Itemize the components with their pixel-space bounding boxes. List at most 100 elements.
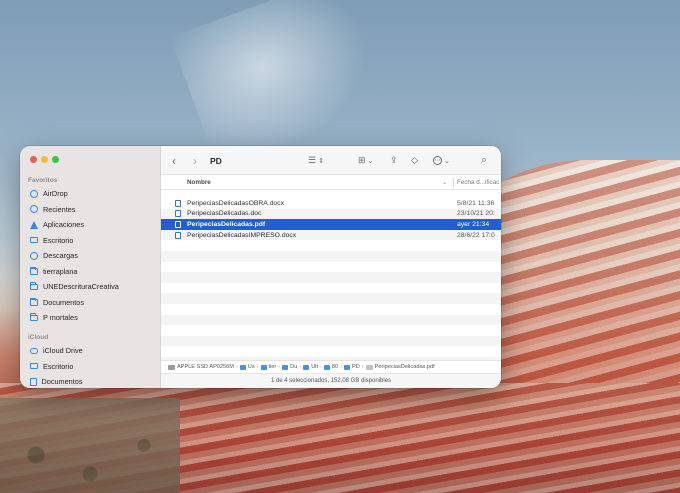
path-segment-label: Us xyxy=(247,364,255,370)
path-segment-label: PD xyxy=(352,364,360,370)
sidebar-item-label: iCloud Drive xyxy=(43,346,83,356)
grid-icon: ⊞ xyxy=(358,155,366,165)
path-separator: › xyxy=(256,364,259,370)
path-segment[interactable]: Ult xyxy=(303,364,318,370)
clock-icon xyxy=(30,205,38,214)
empty-row xyxy=(161,335,501,347)
path-separator: › xyxy=(361,364,364,370)
sidebar-item-escritorio[interactable]: Escritorio xyxy=(20,233,161,249)
path-segment-label: Du xyxy=(290,364,298,370)
sidebar-item-label: UNEDescrituraCreativa xyxy=(43,282,119,292)
path-segment[interactable]: APPLE SSD AP0256M xyxy=(168,364,234,370)
disk-icon xyxy=(168,364,175,370)
sidebar-item-icloud-documentos[interactable]: Documentos xyxy=(20,374,161,388)
finder-toolbar: ‹ › PD ☰ ⇕ ⊞ ⌄ ⇪ ◇ ⋯ ⌄ ⌕ xyxy=(161,146,501,175)
empty-row xyxy=(161,293,501,304)
finder-main: ‹ › PD ☰ ⇕ ⊞ ⌄ ⇪ ◇ ⋯ ⌄ ⌕ Nombre ⌄ Fecha … xyxy=(161,146,501,388)
column-header-name[interactable]: Nombre xyxy=(187,179,211,186)
column-header-date[interactable]: Fecha d...ificac xyxy=(457,179,499,186)
column-divider[interactable] xyxy=(453,178,454,187)
sidebar-item-label: Documentos xyxy=(41,377,83,387)
chevron-down-icon: ⌄ xyxy=(444,157,450,165)
sidebar-item-label: Recientes xyxy=(43,204,76,214)
airdrop-icon xyxy=(30,189,38,198)
folder-icon xyxy=(30,266,38,275)
sidebar-item-aplicaciones[interactable]: Aplicaciones xyxy=(20,217,161,233)
path-segment-label: 80 xyxy=(331,364,339,370)
finder-window: Favoritos AirDrop Recientes Aplicaciones… xyxy=(20,146,501,388)
sidebar-item-icloud-escritorio[interactable]: Escritorio xyxy=(20,359,161,375)
folder-icon xyxy=(239,364,246,370)
folder-icon xyxy=(323,364,330,370)
back-button[interactable]: ‹ xyxy=(172,146,176,175)
folder-icon xyxy=(344,364,351,370)
sidebar-item-label: Documentos xyxy=(43,297,84,307)
minimize-window-button[interactable] xyxy=(41,156,48,163)
file-row-selected[interactable]: PeripeciasDelicadas.pdf ayer 21:34 xyxy=(161,219,501,230)
path-segment-label: tier xyxy=(268,364,277,370)
sidebar-favorites-list: AirDrop Recientes Aplicaciones Escritori… xyxy=(20,186,161,326)
zoom-window-button[interactable] xyxy=(52,156,59,163)
sort-icon: ⇕ xyxy=(318,157,324,165)
search-icon: ⌕ xyxy=(481,154,488,166)
sidebar-item-label: Escritorio xyxy=(43,361,74,371)
folder-icon xyxy=(30,297,38,306)
sidebar-item-icloud-drive[interactable]: iCloud Drive xyxy=(20,343,161,359)
desktop-icon xyxy=(30,363,38,370)
chevron-down-icon: ⌄ xyxy=(442,178,448,186)
path-separator: › xyxy=(235,364,238,370)
sidebar-section-icloud: iCloud xyxy=(28,334,49,341)
file-name: PeripeciasDelicadas.doc xyxy=(187,210,262,218)
more-actions-button[interactable]: ⋯ ⌄ xyxy=(433,146,450,175)
group-button[interactable]: ⊞ ⌄ xyxy=(358,146,373,175)
empty-row xyxy=(161,272,501,283)
document-icon xyxy=(175,231,181,239)
path-separator: › xyxy=(299,364,302,370)
sidebar-item-label: P mortales xyxy=(43,313,78,323)
path-segment[interactable]: Us xyxy=(239,364,255,370)
path-separator: › xyxy=(278,364,281,370)
sidebar-item-unedescrituracreativa[interactable]: UNEDescrituraCreativa xyxy=(20,279,161,295)
list-view-icon: ☰ xyxy=(308,155,317,165)
folder-icon xyxy=(30,313,38,321)
document-icon xyxy=(175,210,181,218)
share-button[interactable]: ⇪ xyxy=(390,146,398,175)
sidebar-item-label: Escritorio xyxy=(43,235,74,245)
sidebar-item-descargas[interactable]: Descargas xyxy=(20,248,161,264)
file-date: ayer 21:34 xyxy=(457,220,490,228)
sidebar-item-tierraplana[interactable]: tierraplana xyxy=(20,264,161,280)
empty-row xyxy=(161,283,501,294)
sidebar-item-recientes[interactable]: Recientes xyxy=(20,202,161,218)
list-top-padding xyxy=(161,190,501,198)
file-row[interactable]: PeripeciasDelicadasIMPRESO.docx 28/6/22 … xyxy=(161,229,501,241)
path-segment[interactable]: PD xyxy=(344,364,360,370)
document-icon xyxy=(175,199,181,207)
sidebar-item-airdrop[interactable]: AirDrop xyxy=(20,186,161,202)
chevron-down-icon: ⌄ xyxy=(367,157,374,165)
more-icon: ⋯ xyxy=(433,156,442,165)
path-segment[interactable]: PeripeciasDelicadas.pdf xyxy=(365,364,435,370)
sidebar-item-label: AirDrop xyxy=(43,189,68,199)
file-row[interactable]: PeripeciasDelicadas.doc 23/10/21 20: xyxy=(161,208,501,220)
search-button[interactable]: ⌕ xyxy=(481,146,487,175)
list-view-button[interactable]: ☰ ⇕ xyxy=(308,146,324,175)
forward-button[interactable]: › xyxy=(193,146,197,175)
close-window-button[interactable] xyxy=(30,156,37,163)
path-segment[interactable]: 80 xyxy=(323,364,339,370)
path-segment[interactable]: Du xyxy=(282,364,297,370)
sidebar-item-p-mortales[interactable]: P mortales xyxy=(20,310,161,326)
empty-row xyxy=(161,304,501,315)
empty-row xyxy=(161,314,501,326)
file-row[interactable]: PeripeciasDelicadasOBRA.docx 5/8/21 11:3… xyxy=(161,198,501,209)
sidebar-item-label: Aplicaciones xyxy=(43,220,84,230)
tag-button[interactable]: ◇ xyxy=(411,146,418,175)
applications-icon xyxy=(30,220,38,229)
path-separator: › xyxy=(320,364,322,370)
path-segment[interactable]: tier xyxy=(260,364,277,370)
sidebar-item-documentos[interactable]: Documentos xyxy=(20,295,161,311)
folder-icon xyxy=(260,364,267,370)
empty-row xyxy=(161,262,501,273)
tag-icon: ◇ xyxy=(411,155,418,165)
folder-icon xyxy=(30,282,38,290)
path-bar: APPLE SSD AP0256M › Us › tier › Du › Ult… xyxy=(161,360,501,373)
